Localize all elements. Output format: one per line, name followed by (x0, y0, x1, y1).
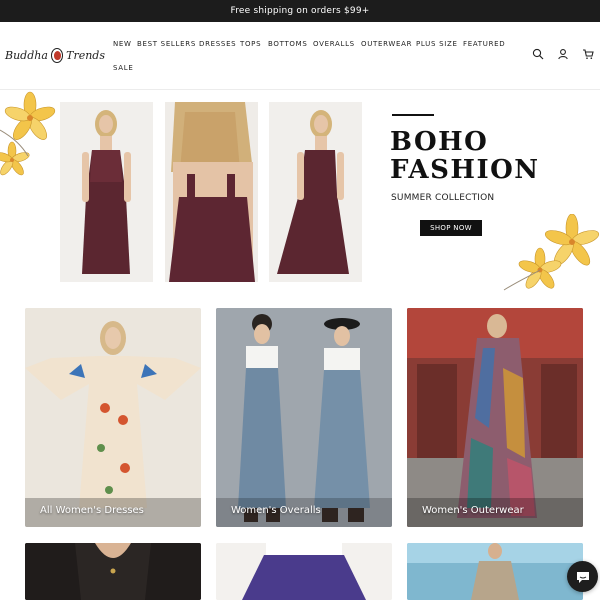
nav-item-bottoms[interactable]: BOTTOMS (268, 40, 308, 48)
cart-icon[interactable] (582, 48, 594, 60)
nav-item-tops[interactable]: TOPS (240, 40, 261, 48)
nav-item-best-sellers[interactable]: BEST SELLERS (137, 40, 196, 48)
account-icon[interactable] (557, 48, 569, 60)
collection-label: Women's Overalls (231, 505, 321, 516)
collection-image (25, 543, 201, 600)
collection-image (216, 543, 392, 600)
flower-decoration-icon (503, 214, 600, 291)
site-header: Buddha Trends NEW BEST SELLERS DRESSES T… (0, 22, 600, 90)
chat-button[interactable] (567, 561, 598, 592)
chat-icon (576, 571, 589, 583)
hero-title: BOHO FASHION (390, 127, 540, 185)
header-icons (532, 48, 594, 60)
nav-item-plus-size[interactable]: PLUS SIZE (416, 40, 458, 48)
nav-item-sale[interactable]: SALE (113, 64, 134, 72)
collection-image (216, 308, 392, 527)
brand-logo[interactable]: Buddha Trends (5, 42, 105, 68)
collection-card-tanks[interactable] (407, 543, 583, 600)
hero-banner[interactable]: BOHO FASHION SUMMER COLLECTION SHOP NOW (0, 90, 600, 295)
announcement-bar: Free shipping on orders $99+ (0, 0, 600, 22)
announcement-text: Free shipping on orders $99+ (230, 6, 370, 16)
collection-image (407, 308, 583, 527)
collection-card-tops[interactable] (25, 543, 201, 600)
nav-item-new[interactable]: NEW (113, 40, 132, 48)
collection-image (407, 543, 583, 600)
brand-word-1: Buddha (5, 48, 48, 62)
hero-divider (392, 114, 434, 116)
hero-subtitle: SUMMER COLLECTION (391, 193, 495, 203)
collection-card-bottoms[interactable] (216, 543, 392, 600)
hero-photo-back (165, 102, 258, 282)
collection-image (25, 308, 201, 527)
collection-label: Women's Outerwear (422, 505, 524, 516)
hero-photo-side (269, 102, 362, 282)
collection-card-dresses[interactable]: All Women's Dresses (25, 308, 201, 527)
collection-card-overalls[interactable]: Women's Overalls (216, 308, 392, 527)
collection-label: All Women's Dresses (40, 505, 144, 516)
nav-item-overalls[interactable]: OVERALLS (313, 40, 355, 48)
nav-item-outerwear[interactable]: OUTERWEAR (361, 40, 412, 48)
buddha-logo-icon (50, 47, 64, 63)
nav-item-dresses[interactable]: DRESSES (199, 40, 236, 48)
search-icon[interactable] (532, 48, 544, 60)
nav-item-featured[interactable]: FEATURED (463, 40, 505, 48)
hero-photo-front (60, 102, 153, 282)
flower-decoration-icon (0, 91, 56, 176)
shop-now-button[interactable]: SHOP NOW (420, 220, 482, 236)
collection-card-outerwear[interactable]: Women's Outerwear (407, 308, 583, 527)
brand-word-2: Trends (66, 48, 105, 62)
